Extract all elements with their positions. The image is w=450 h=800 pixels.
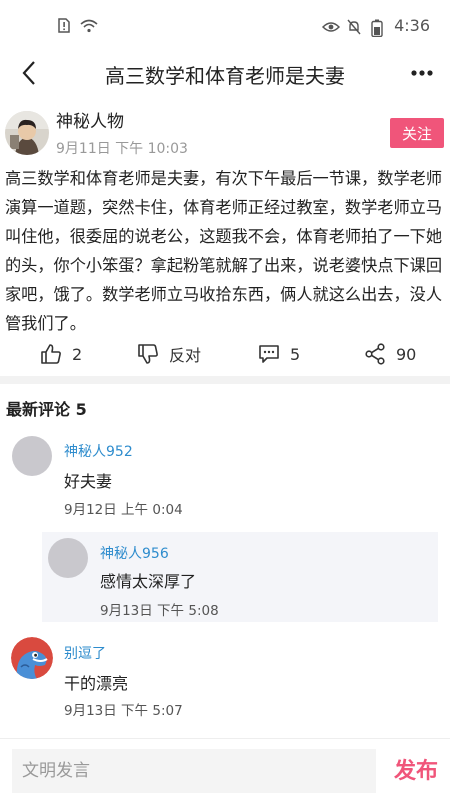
wifi-icon: [80, 18, 98, 33]
comment-timestamp: 9月12日 上午 0:04: [64, 502, 183, 518]
commenter-avatar-dinosaur[interactable]: [11, 637, 53, 679]
share-icon: [365, 343, 385, 365]
reply-text: 感情太深厚了: [100, 572, 197, 591]
page-title: 高三数学和体育老师是夫妻: [105, 64, 345, 88]
eye-icon: [322, 19, 341, 33]
comment-input[interactable]: [12, 749, 376, 793]
comment-text: 好夫妻: [64, 472, 113, 491]
comment-timestamp: 9月13日 下午 5:07: [64, 703, 183, 719]
dislike-button[interactable]: 反对: [137, 338, 201, 370]
status-time: 4:36: [394, 16, 430, 35]
mute-bell-icon: [346, 19, 362, 34]
replier-avatar[interactable]: [48, 538, 88, 578]
publish-button[interactable]: 发布: [394, 753, 438, 785]
back-arrow-icon: [22, 61, 35, 85]
like-count: 2: [72, 344, 83, 364]
follow-button[interactable]: 关注: [390, 118, 444, 148]
share-button[interactable]: 90: [364, 338, 416, 370]
top-app-bar: 高三数学和体育老师是夫妻: [0, 52, 450, 96]
post-actions: 2 反对 5 90: [0, 338, 450, 370]
back-button[interactable]: [14, 58, 44, 88]
dislike-label: 反对: [169, 346, 202, 365]
comment-bubble-icon: [259, 345, 279, 363]
comments-heading: 最新评论 5: [6, 400, 87, 419]
battery-icon: [370, 19, 386, 37]
section-divider: [0, 376, 450, 384]
sim-alert-icon: [58, 18, 74, 33]
comment-count: 5: [290, 344, 301, 364]
reply-timestamp: 9月13日 下午 5:08: [100, 603, 219, 619]
comment-text: 干的漂亮: [64, 674, 129, 693]
replier-name[interactable]: 神秘人956: [100, 543, 169, 563]
commenter-name[interactable]: 别逗了: [64, 643, 106, 663]
like-button[interactable]: 2: [40, 338, 82, 370]
thumbs-up-icon: [41, 344, 61, 364]
commenter-name[interactable]: 神秘人952: [64, 441, 133, 461]
more-dots-icon: [411, 70, 433, 76]
commenter-avatar[interactable]: [12, 436, 52, 476]
comment-button[interactable]: 5: [258, 338, 300, 370]
author-avatar[interactable]: [5, 111, 49, 155]
share-count: 90: [396, 344, 417, 364]
thumbs-down-icon: [138, 344, 158, 364]
post-body: 高三数学和体育老师是夫妻，有次下午最后一节课，数学老师演算一道题，突然卡住，体育…: [5, 169, 443, 333]
author-name[interactable]: 神秘人物: [56, 107, 124, 132]
more-options-button[interactable]: [406, 58, 438, 88]
status-bar: 4:36: [0, 0, 450, 52]
post-timestamp: 9月11日 下午 10:03: [56, 141, 188, 157]
comment-compose-bar: 发布: [0, 738, 450, 800]
